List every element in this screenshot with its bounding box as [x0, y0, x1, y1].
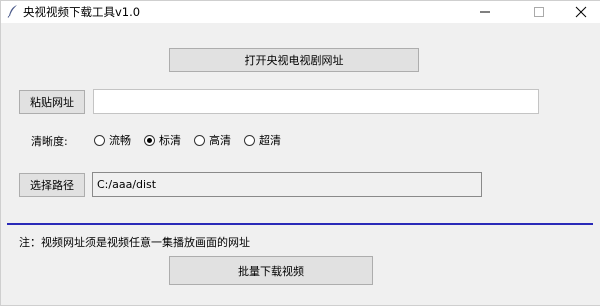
radio-dot[interactable] — [144, 134, 155, 146]
radio-dot[interactable] — [194, 134, 205, 146]
maximize-icon[interactable] — [516, 1, 562, 23]
radio-label: 超清 — [259, 134, 281, 147]
radio-high[interactable]: 高清 — [194, 133, 231, 147]
url-input[interactable] — [93, 89, 539, 114]
radio-label: 高清 — [209, 134, 231, 147]
radio-label: 标清 — [159, 134, 181, 147]
batch-download-button[interactable]: 批量下载视频 — [169, 256, 373, 285]
radio-label: 流畅 — [109, 134, 131, 147]
divider — [7, 223, 593, 225]
path-input[interactable]: C:/aaa/dist — [92, 172, 482, 197]
minimize-icon[interactable] — [462, 1, 508, 23]
radio-dot[interactable] — [94, 134, 105, 146]
note-text: 注：视频网址须是视频任意一集播放画面的网址 — [19, 236, 250, 249]
paste-url-button[interactable]: 粘贴网址 — [19, 90, 85, 114]
resolution-label: 清晰度: — [31, 135, 68, 148]
choose-path-button[interactable]: 选择路径 — [19, 173, 85, 197]
title-bar[interactable]: 央视视频下载工具v1.0 — [1, 1, 600, 23]
window-title: 央视视频下载工具v1.0 — [23, 5, 141, 19]
app-window: 央视视频下载工具v1.0 打开央视电视剧网址 粘贴网址 清晰度: 流畅 标清 高… — [0, 0, 600, 306]
open-cctv-site-button[interactable]: 打开央视电视剧网址 — [169, 48, 419, 72]
close-icon[interactable] — [558, 1, 600, 23]
radio-standard[interactable]: 标清 — [144, 133, 181, 147]
feather-icon — [6, 4, 20, 18]
radio-dot[interactable] — [244, 134, 255, 146]
radio-super[interactable]: 超清 — [244, 133, 281, 147]
radio-smooth[interactable]: 流畅 — [94, 133, 131, 147]
